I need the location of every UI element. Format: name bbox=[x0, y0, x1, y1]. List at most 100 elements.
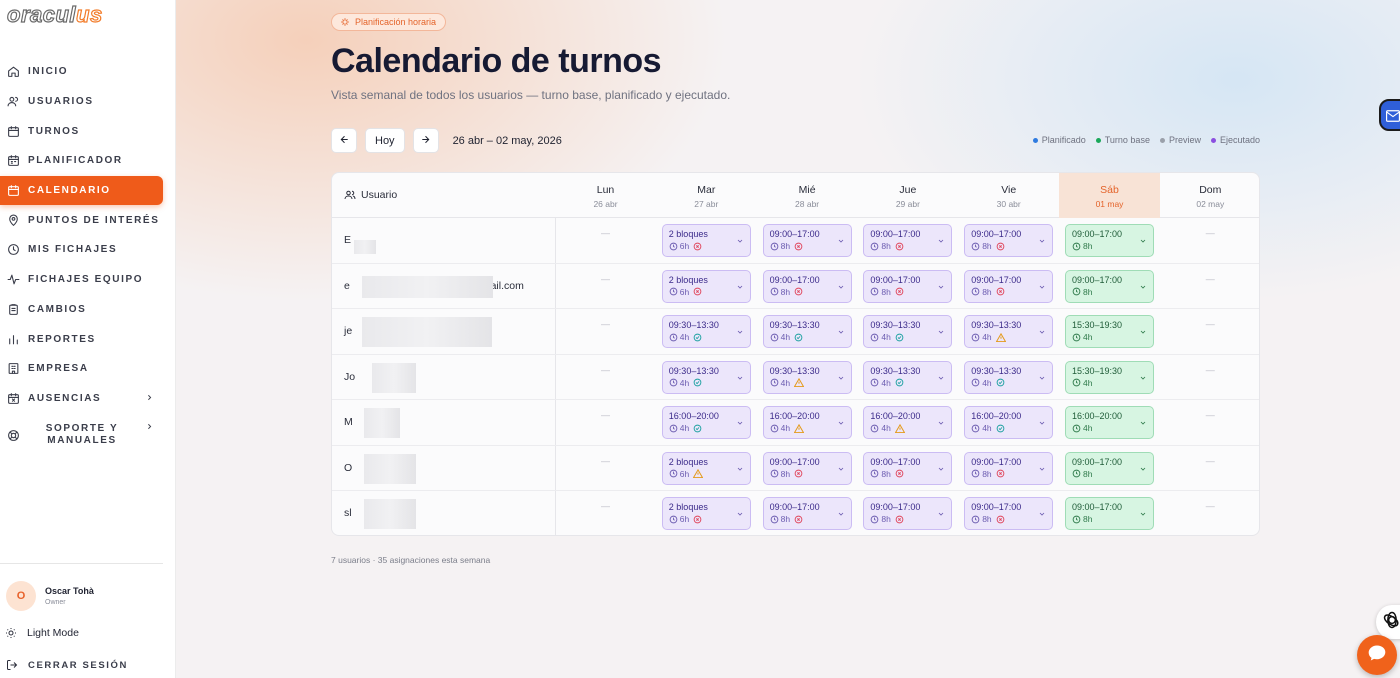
empty-cell[interactable]: — bbox=[555, 456, 656, 466]
sidebar-item-empresa[interactable]: EMPRESA bbox=[0, 354, 176, 384]
planned-shift-chip[interactable]: 09:00–17:00 8h bbox=[762, 269, 852, 303]
chevron-down-icon[interactable] bbox=[1038, 283, 1046, 291]
planned-shift-chip[interactable]: 16:00–20:00 4h bbox=[964, 406, 1054, 439]
planned-shift-chip[interactable]: 09:00–17:00 8h bbox=[863, 269, 953, 303]
user-name-cell[interactable]: Jo bbox=[344, 371, 355, 383]
chevron-down-icon[interactable] bbox=[937, 465, 945, 473]
empty-cell[interactable]: — bbox=[555, 365, 656, 375]
user-name-cell[interactable]: sl bbox=[344, 507, 352, 519]
chevron-down-icon[interactable] bbox=[837, 510, 845, 518]
sidebar-item-inicio[interactable]: INICIO bbox=[0, 57, 176, 87]
user-name-cell[interactable]: je bbox=[344, 325, 352, 337]
planned-shift-chip[interactable]: 2 bloques 6h bbox=[661, 269, 751, 303]
chevron-down-icon[interactable] bbox=[1139, 374, 1147, 382]
user-name-cell[interactable]: M bbox=[344, 416, 353, 428]
base-shift-chip[interactable]: 16:00–20:00 4h bbox=[1065, 406, 1154, 439]
empty-cell[interactable]: — bbox=[555, 501, 656, 511]
empty-cell[interactable]: — bbox=[1160, 456, 1259, 466]
chevron-down-icon[interactable] bbox=[1038, 374, 1046, 382]
empty-cell[interactable]: — bbox=[1160, 501, 1259, 511]
planned-shift-chip[interactable]: 09:30–13:30 4h bbox=[762, 315, 852, 348]
user-name-cell[interactable]: E bbox=[344, 234, 351, 246]
chevron-down-icon[interactable] bbox=[736, 510, 744, 518]
planned-shift-chip[interactable]: 09:00–17:00 8h bbox=[863, 497, 953, 530]
empty-cell[interactable]: — bbox=[1160, 410, 1259, 420]
planned-shift-chip[interactable]: 09:00–17:00 8h bbox=[762, 224, 852, 257]
planned-shift-chip[interactable]: 16:00–20:00 4h bbox=[762, 406, 852, 439]
chevron-down-icon[interactable] bbox=[1139, 465, 1147, 473]
sidebar-item-ausencias[interactable]: AUSENCIAS bbox=[0, 384, 176, 414]
chevron-down-icon[interactable] bbox=[937, 419, 945, 427]
planned-shift-chip[interactable]: 09:30–13:30 4h bbox=[964, 360, 1054, 394]
chevron-down-icon[interactable] bbox=[1038, 237, 1046, 245]
chevron-down-icon[interactable] bbox=[837, 465, 845, 473]
planned-shift-chip[interactable]: 09:00–17:00 8h bbox=[964, 224, 1054, 257]
base-shift-chip[interactable]: 09:00–17:00 8h bbox=[1065, 224, 1154, 257]
sidebar-item-reportes[interactable]: REPORTES bbox=[0, 324, 176, 354]
today-button[interactable]: Hoy bbox=[365, 128, 405, 153]
planned-shift-chip[interactable]: 09:00–17:00 8h bbox=[863, 224, 953, 257]
chevron-down-icon[interactable] bbox=[1139, 510, 1147, 518]
chevron-down-icon[interactable] bbox=[736, 237, 744, 245]
base-shift-chip[interactable]: 09:00–17:00 8h bbox=[1065, 269, 1154, 303]
planned-shift-chip[interactable]: 2 bloques 6h bbox=[661, 497, 751, 530]
sidebar-item-puntos-de-interes[interactable]: PUNTOS DE INTERÉS bbox=[0, 205, 176, 235]
chevron-down-icon[interactable] bbox=[1038, 328, 1046, 336]
assistant-widget[interactable] bbox=[1376, 605, 1400, 639]
planned-shift-chip[interactable]: 09:30–13:30 4h bbox=[964, 315, 1054, 348]
oraculus-logo[interactable]: oraculus bbox=[6, 1, 102, 28]
planned-shift-chip[interactable]: 2 bloques 6h bbox=[661, 451, 751, 485]
empty-cell[interactable]: — bbox=[1160, 228, 1259, 238]
base-shift-chip[interactable]: 09:00–17:00 8h bbox=[1065, 451, 1154, 485]
sidebar-item-calendario[interactable]: CALENDARIO bbox=[0, 175, 163, 206]
planned-shift-chip[interactable]: 09:00–17:00 8h bbox=[762, 451, 852, 485]
prev-week-button[interactable] bbox=[331, 128, 357, 153]
sidebar-item-fichajes-equipo[interactable]: FICHAJES EQUIPO bbox=[0, 265, 176, 295]
chevron-down-icon[interactable] bbox=[837, 374, 845, 382]
planned-shift-chip[interactable]: 09:30–13:30 4h bbox=[863, 315, 953, 348]
sidebar-item-usuarios[interactable]: USUARIOS bbox=[0, 87, 176, 117]
chevron-down-icon[interactable] bbox=[937, 328, 945, 336]
chevron-down-icon[interactable] bbox=[937, 510, 945, 518]
mail-widget[interactable] bbox=[1379, 99, 1400, 131]
user-name-cell[interactable]: O bbox=[344, 462, 352, 474]
empty-cell[interactable]: — bbox=[555, 274, 656, 284]
chevron-down-icon[interactable] bbox=[837, 237, 845, 245]
sidebar-item-planificador[interactable]: PLANIFICADOR bbox=[0, 146, 176, 176]
empty-cell[interactable]: — bbox=[555, 228, 656, 238]
chevron-down-icon[interactable] bbox=[736, 465, 744, 473]
base-shift-chip[interactable]: 15:30–19:30 4h bbox=[1065, 315, 1154, 348]
empty-cell[interactable]: — bbox=[1160, 319, 1259, 329]
light-mode-toggle[interactable]: Light Mode bbox=[5, 627, 79, 639]
planned-shift-chip[interactable]: 16:00–20:00 4h bbox=[661, 406, 751, 439]
sidebar-item-mis-fichajes[interactable]: MIS FICHAJES bbox=[0, 235, 176, 265]
planned-shift-chip[interactable]: 2 bloques 6h bbox=[661, 224, 751, 257]
chevron-down-icon[interactable] bbox=[837, 283, 845, 291]
empty-cell[interactable]: — bbox=[555, 319, 656, 329]
empty-cell[interactable]: — bbox=[1160, 365, 1259, 375]
chevron-down-icon[interactable] bbox=[736, 374, 744, 382]
chevron-down-icon[interactable] bbox=[937, 374, 945, 382]
chevron-down-icon[interactable] bbox=[837, 419, 845, 427]
chevron-down-icon[interactable] bbox=[736, 419, 744, 427]
planned-shift-chip[interactable]: 09:30–13:30 4h bbox=[863, 360, 953, 394]
chevron-down-icon[interactable] bbox=[1038, 419, 1046, 427]
planned-shift-chip[interactable]: 09:00–17:00 8h bbox=[762, 497, 852, 530]
empty-cell[interactable]: — bbox=[1160, 274, 1259, 284]
planned-shift-chip[interactable]: 09:00–17:00 8h bbox=[964, 269, 1054, 303]
base-shift-chip[interactable]: 09:00–17:00 8h bbox=[1065, 497, 1154, 530]
planned-shift-chip[interactable]: 09:30–13:30 4h bbox=[762, 360, 852, 394]
next-week-button[interactable] bbox=[412, 128, 439, 153]
empty-cell[interactable]: — bbox=[555, 410, 656, 420]
chevron-down-icon[interactable] bbox=[736, 283, 744, 291]
sidebar-item-soporte-y-manuales[interactable]: SOPORTE Y MANUALES bbox=[0, 413, 176, 457]
chevron-down-icon[interactable] bbox=[736, 328, 744, 336]
user-profile[interactable]: O Oscar Tohà Owner bbox=[6, 581, 94, 611]
planned-shift-chip[interactable]: 09:00–17:00 8h bbox=[964, 451, 1054, 485]
planned-shift-chip[interactable]: 09:30–13:30 4h bbox=[661, 360, 751, 394]
chat-button[interactable] bbox=[1357, 635, 1397, 675]
chevron-down-icon[interactable] bbox=[1139, 328, 1147, 336]
chevron-down-icon[interactable] bbox=[937, 283, 945, 291]
chevron-down-icon[interactable] bbox=[1139, 419, 1147, 427]
chevron-down-icon[interactable] bbox=[1038, 465, 1046, 473]
